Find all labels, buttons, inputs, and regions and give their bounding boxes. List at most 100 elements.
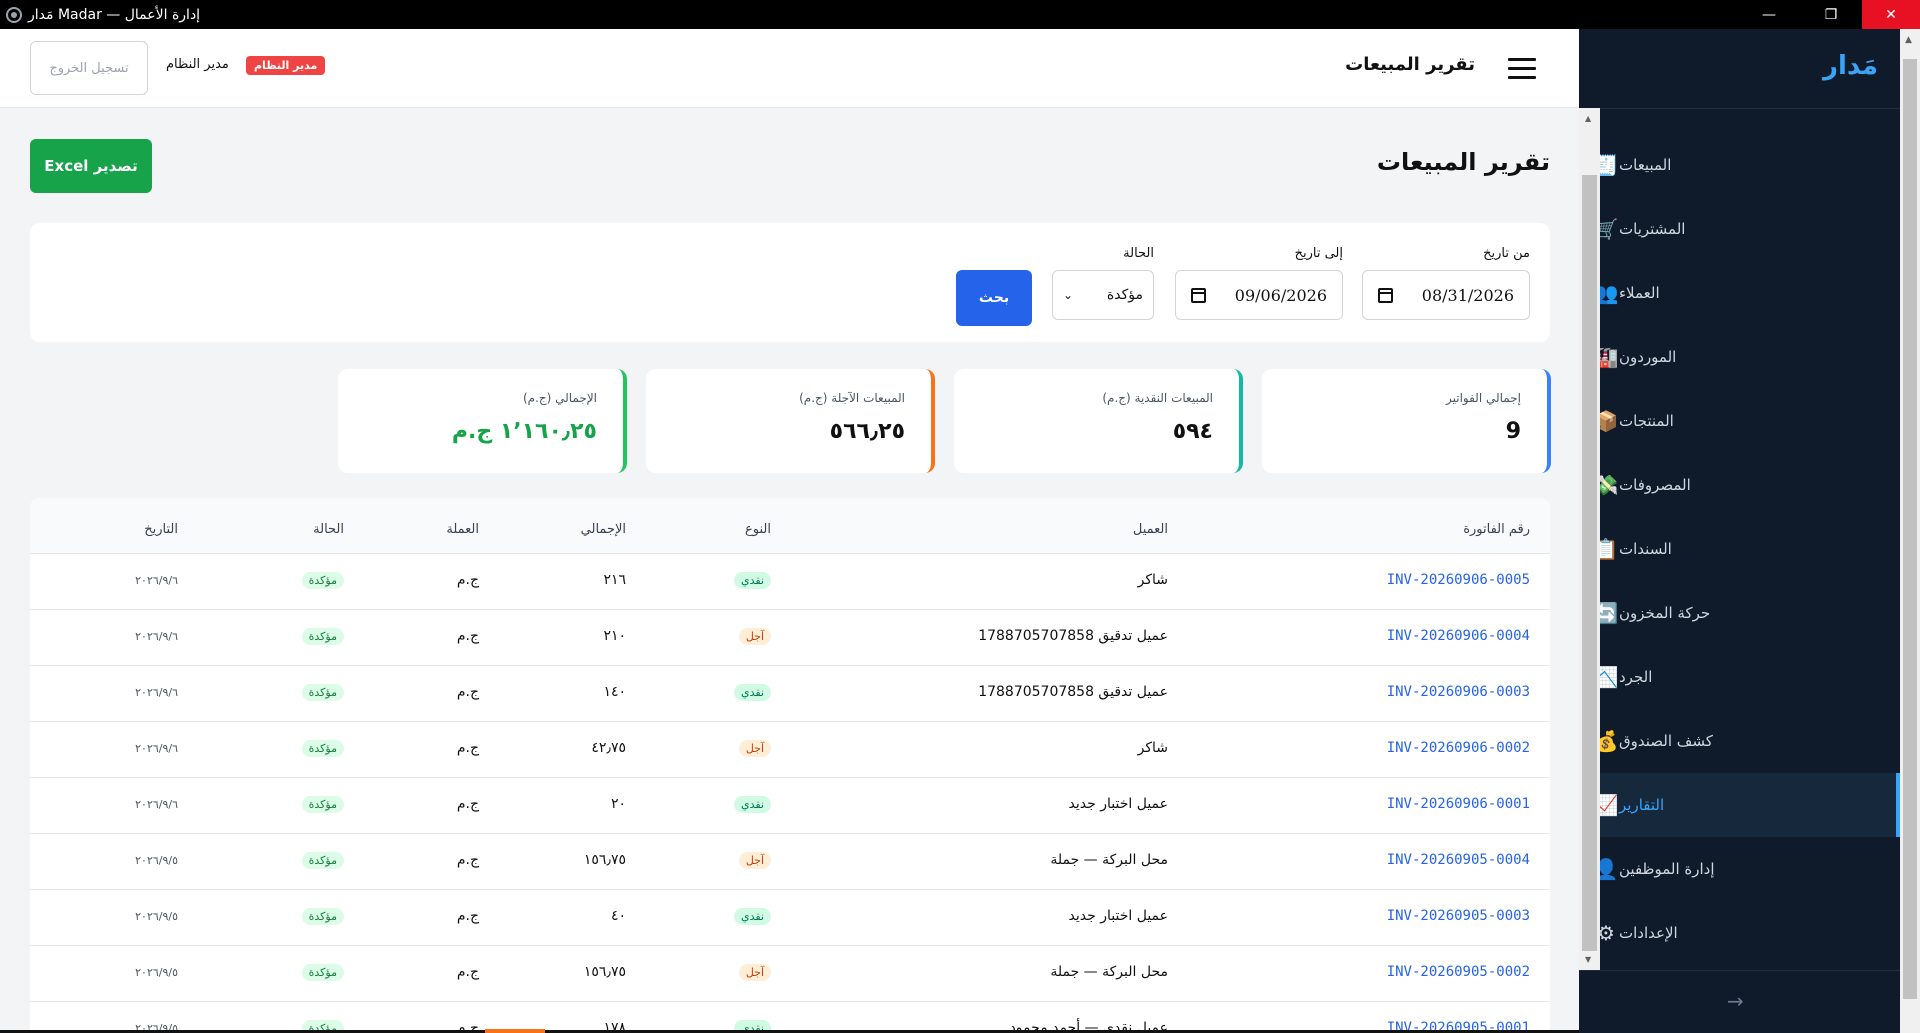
invoice-link[interactable]: INV-20260906-0005 bbox=[1387, 572, 1530, 588]
collapse-sidebar-icon[interactable]: → bbox=[1727, 989, 1744, 1013]
table-row[interactable]: INV-20260905-0004 محل البركة — جملة آجل ١٥٦… bbox=[30, 834, 1550, 890]
sidebar-item-4[interactable]: 📦 المنتجات bbox=[1579, 389, 1900, 453]
minimize-icon[interactable]: — bbox=[1738, 0, 1800, 29]
from-date-value: 08/31/2026 bbox=[1421, 285, 1514, 305]
customer-cell: محل البركة — جملة bbox=[1050, 964, 1168, 980]
invoice-link[interactable]: INV-20260905-0002 bbox=[1387, 964, 1530, 980]
type-badge: آجل bbox=[738, 852, 771, 869]
chevron-down-icon: ⌄ bbox=[1063, 288, 1074, 302]
status-badge: مؤكدة bbox=[301, 740, 344, 757]
to-date-field: إلى تاريخ 09/06/2026 bbox=[1175, 246, 1343, 320]
total-cell: ١٥٦٫٧٥ bbox=[583, 852, 626, 868]
sidebar-item-10[interactable]: 📈 التقارير bbox=[1579, 773, 1900, 837]
content-scrollbar[interactable]: ▲ ▼ bbox=[1579, 108, 1600, 970]
to-date-input[interactable]: 09/06/2026 bbox=[1175, 270, 1343, 320]
invoice-link[interactable]: INV-20260906-0003 bbox=[1387, 684, 1530, 700]
logout-button[interactable]: تسجيل الخروج bbox=[30, 41, 148, 95]
column-header-total[interactable]: الإجمالي bbox=[581, 522, 626, 537]
from-date-label: من تاريخ bbox=[1483, 246, 1530, 261]
user-name: مدير النظام bbox=[166, 57, 229, 72]
column-header-date[interactable]: التاريخ bbox=[144, 522, 178, 537]
column-header-type[interactable]: النوع bbox=[745, 522, 771, 537]
scroll-up-icon[interactable]: ▲ bbox=[1585, 114, 1591, 123]
customer-cell: شاكر bbox=[1137, 572, 1168, 588]
window-title: إدارة الأعمال — Madar مَدار bbox=[28, 6, 201, 23]
table-row[interactable]: INV-20260906-0004 عميل تدقيق 178870570785… bbox=[30, 610, 1550, 666]
invoice-link[interactable]: INV-20260906-0001 bbox=[1387, 796, 1530, 812]
sidebar-item-1[interactable]: 🛒 المشتريات bbox=[1579, 197, 1900, 261]
customer-cell: عميل تدقيق 1788705707858 bbox=[978, 628, 1168, 644]
search-button[interactable]: بحث bbox=[956, 270, 1032, 326]
status-badge: مؤكدة bbox=[301, 796, 344, 813]
column-header-invoice[interactable]: رقم الفاتورة bbox=[1463, 522, 1530, 537]
role-badge: مدير النظام bbox=[246, 56, 326, 75]
table-row[interactable]: INV-20260905-0002 محل البركة — جملة آجل ١٥٦… bbox=[30, 946, 1550, 1002]
invoice-link[interactable]: INV-20260906-0002 bbox=[1387, 740, 1530, 756]
invoice-link[interactable]: INV-20260905-0003 bbox=[1387, 908, 1530, 924]
invoice-link[interactable]: INV-20260906-0004 bbox=[1387, 628, 1530, 644]
currency-cell: ج.م bbox=[456, 964, 479, 980]
column-header-currency[interactable]: العملة bbox=[446, 522, 479, 537]
sidebar-item-11[interactable]: 👤 إدارة الموظفين bbox=[1579, 837, 1900, 901]
table-row[interactable]: INV-20260905-0001 عميل نقدي — أحمد محمود ن… bbox=[30, 1002, 1550, 1033]
sidebar-divider bbox=[1579, 108, 1900, 109]
table-row[interactable]: INV-20260906-0002 شاكر آجل ٤٢٫٧٥ ج.م مؤكدة ٢٠٢… bbox=[30, 722, 1550, 778]
type-badge: نقدي bbox=[733, 796, 771, 813]
maximize-icon[interactable]: ❐ bbox=[1800, 0, 1862, 29]
close-icon[interactable]: ✕ bbox=[1862, 0, 1920, 29]
sidebar-item-6[interactable]: 📋 السندات bbox=[1579, 517, 1900, 581]
status-badge: مؤكدة bbox=[301, 908, 344, 925]
sidebar-item-label: المنتجات bbox=[1619, 412, 1674, 430]
date-cell: ٢٠٢٦/٩/٦ bbox=[135, 742, 178, 755]
date-cell: ٢٠٢٦/٩/٥ bbox=[135, 854, 178, 867]
sidebar-scroll-thumb[interactable] bbox=[1903, 59, 1917, 999]
table-row[interactable]: INV-20260906-0001 عميل اختبار جديد نقدي ٢٠ ج… bbox=[30, 778, 1550, 834]
sidebar-item-2[interactable]: 👥 العملاء bbox=[1579, 261, 1900, 325]
total-cell: ٢٠ bbox=[610, 796, 626, 812]
app-logo-icon bbox=[6, 6, 22, 23]
sidebar-scrollbar[interactable]: ▲ bbox=[1900, 29, 1920, 1033]
sidebar-item-9[interactable]: 💰 كشف الصندوق bbox=[1579, 709, 1900, 773]
sidebar-item-label: السندات bbox=[1619, 540, 1672, 558]
total-cell: ٢١٦ bbox=[603, 572, 626, 588]
type-badge: نقدي bbox=[733, 572, 771, 589]
scroll-down-icon[interactable]: ▼ bbox=[1585, 955, 1591, 964]
from-date-input[interactable]: 08/31/2026 bbox=[1362, 270, 1530, 320]
filter-card: من تاريخ 08/31/2026 إلى تاريخ 09/06/2026… bbox=[30, 223, 1550, 342]
stat-value: 9 bbox=[1505, 419, 1521, 444]
stat-value: ٥٦٦٫٢٥ bbox=[829, 419, 905, 444]
status-label: الحالة bbox=[1123, 246, 1154, 261]
table-row[interactable]: INV-20260906-0003 عميل تدقيق 178870570785… bbox=[30, 666, 1550, 722]
column-header-customer[interactable]: العميل bbox=[1133, 522, 1168, 537]
scroll-up-icon[interactable]: ▲ bbox=[1905, 35, 1912, 45]
sidebar-item-label: التقارير bbox=[1619, 796, 1665, 814]
sidebar-item-12[interactable]: ⚙ الإعدادات bbox=[1579, 901, 1900, 965]
table-row[interactable]: INV-20260905-0003 عميل اختبار جديد نقدي ٤٠ ج… bbox=[30, 890, 1550, 946]
sidebar-item-8[interactable]: 📉 الجرد bbox=[1579, 645, 1900, 709]
sidebar-item-3[interactable]: 🏭 الموردون bbox=[1579, 325, 1900, 389]
invoice-link[interactable]: INV-20260905-0004 bbox=[1387, 852, 1530, 868]
sidebar-item-5[interactable]: 💸 المصروفات bbox=[1579, 453, 1900, 517]
stat-value: ١٬١٦٠٫٢٥ ج.م bbox=[451, 419, 597, 444]
export-excel-button[interactable]: تصدير Excel bbox=[30, 139, 152, 193]
table-row[interactable]: INV-20260906-0005 شاكر نقدي ٢١٦ ج.م مؤكدة ٢٠٢٦… bbox=[30, 554, 1550, 610]
calendar-icon[interactable] bbox=[1191, 287, 1206, 303]
stat-card-grand-total: الإجمالي (ج.م) ١٬١٦٠٫٢٥ ج.م bbox=[338, 369, 627, 473]
menu-toggle-icon[interactable] bbox=[1508, 58, 1536, 80]
type-badge: آجل bbox=[738, 628, 771, 645]
brand-logo[interactable]: مَدار bbox=[1823, 51, 1878, 81]
content-scroll-thumb[interactable] bbox=[1582, 175, 1597, 951]
currency-cell: ج.م bbox=[456, 908, 479, 924]
column-header-status[interactable]: الحالة bbox=[313, 522, 344, 537]
customer-cell: عميل اختبار جديد bbox=[1068, 796, 1168, 812]
from-date-field: من تاريخ 08/31/2026 bbox=[1362, 246, 1530, 320]
status-badge: مؤكدة bbox=[301, 852, 344, 869]
status-select[interactable]: مؤكدة ⌄ bbox=[1052, 270, 1154, 320]
date-cell: ٢٠٢٦/٩/٦ bbox=[135, 798, 178, 811]
sidebar-item-7[interactable]: 🔄 حركة المخزون bbox=[1579, 581, 1900, 645]
sidebar-item-label: المشتريات bbox=[1619, 220, 1686, 238]
calendar-icon[interactable] bbox=[1378, 287, 1393, 303]
sidebar-item-0[interactable]: 🧾 المبيعات bbox=[1579, 133, 1900, 197]
total-cell: ١٤٠ bbox=[603, 684, 626, 700]
total-cell: ١٥٦٫٧٥ bbox=[583, 964, 626, 980]
